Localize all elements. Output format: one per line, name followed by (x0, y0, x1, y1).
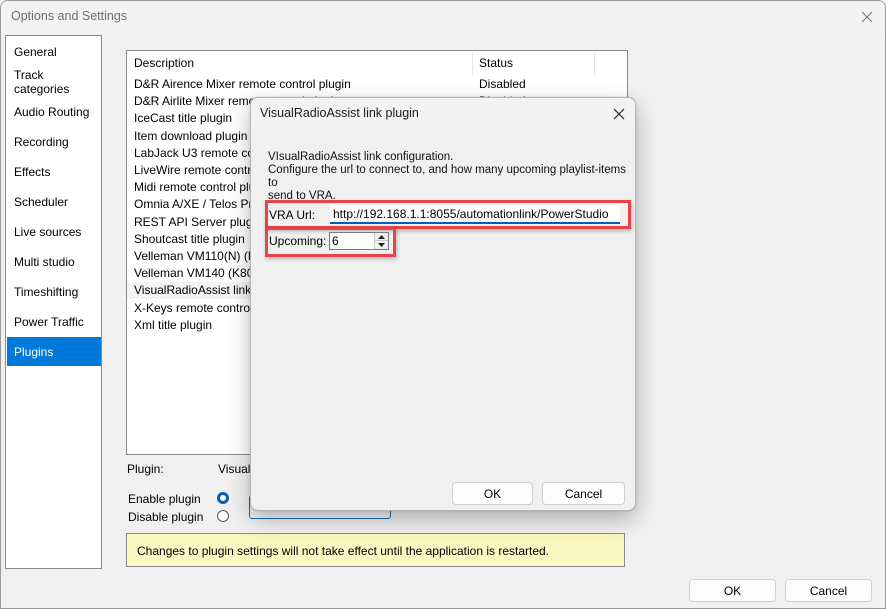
dialog-ok-button[interactable]: OK (452, 482, 533, 505)
dialog-title-bar: VisualRadioAssist link plugin (251, 98, 635, 129)
settings-sidebar: General Track categories Audio Routing R… (5, 35, 102, 569)
close-icon (613, 108, 625, 120)
sidebar-item-timeshifting[interactable]: Timeshifting (7, 277, 101, 306)
sidebar-item-label: Live sources (14, 224, 82, 239)
sidebar-item-scheduler[interactable]: Scheduler (7, 187, 101, 216)
dialog-close-button[interactable] (609, 104, 629, 124)
sidebar-item-live-sources[interactable]: Live sources (7, 217, 101, 246)
upcoming-input[interactable] (330, 233, 378, 249)
disable-plugin-label: Disable plugin (128, 510, 204, 524)
plugin-description: Shoutcast title plugin (134, 231, 245, 246)
vra-plugin-dialog: VisualRadioAssist link plugin VIsualRadi… (250, 97, 636, 511)
sidebar-item-label: Scheduler (14, 194, 69, 209)
column-header-status[interactable]: Status (472, 51, 594, 76)
spin-buttons (374, 233, 388, 249)
sidebar-item-multi-studio[interactable]: Multi studio (7, 247, 101, 276)
arrow-up-icon (378, 234, 385, 239)
sidebar-item-recording[interactable]: Recording (7, 127, 101, 156)
sidebar-item-label: General (14, 44, 57, 59)
list-header: Description Status (127, 51, 627, 76)
spin-down-button[interactable] (375, 241, 388, 249)
column-separator[interactable] (594, 53, 595, 75)
plugin-description: Xml title plugin (134, 317, 213, 332)
sidebar-item-effects[interactable]: Effects (7, 157, 101, 186)
disable-plugin-radio[interactable] (217, 510, 229, 522)
plugin-description: IceCast title plugin (134, 111, 233, 126)
plugin-description: Item download plugin (134, 128, 248, 143)
sidebar-item-label: Multi studio (14, 254, 75, 269)
cancel-button[interactable]: Cancel (785, 579, 872, 602)
upcoming-label: Upcoming: (269, 234, 327, 248)
ok-button[interactable]: OK (689, 579, 776, 602)
enable-plugin-radio[interactable] (217, 492, 229, 504)
arrow-down-icon (378, 243, 385, 247)
close-icon (861, 11, 873, 23)
plugin-status: Disabled (479, 77, 526, 91)
sidebar-item-label: Effects (14, 164, 51, 179)
plugin-description: D&R Airence Mixer remote control plugin (134, 77, 351, 91)
dialog-description: VIsualRadioAssist link configuration. Co… (268, 151, 628, 203)
restart-notice: Changes to plugin settings will not take… (126, 533, 625, 567)
enable-plugin-label: Enable plugin (128, 492, 201, 506)
description-line: VIsualRadioAssist link configuration. (268, 151, 454, 163)
sidebar-item-label: Audio Routing (14, 104, 90, 119)
plugin-description: REST API Server plugin (134, 214, 262, 229)
sidebar-item-label: Power Traffic (14, 314, 84, 329)
sidebar-item-plugins[interactable]: Plugins (7, 337, 101, 366)
dialog-cancel-button[interactable]: Cancel (542, 482, 625, 505)
sidebar-item-audio-routing[interactable]: Audio Routing (7, 97, 101, 126)
table-row[interactable]: D&R Airence Mixer remote control plugin D… (127, 76, 627, 93)
description-line: Configure the url to connect to, and how… (268, 164, 626, 189)
plugin-label: Plugin: (127, 462, 164, 476)
window-title: Options and Settings (11, 9, 128, 23)
upcoming-stepper[interactable] (329, 232, 389, 250)
vra-url-input[interactable] (330, 205, 620, 224)
spin-up-button[interactable] (375, 233, 388, 241)
sidebar-item-label: Timeshifting (14, 284, 79, 299)
window-close-button[interactable] (857, 7, 877, 27)
sidebar-item-general[interactable]: General (7, 37, 101, 66)
sidebar-item-label: Recording (14, 134, 69, 149)
column-header-description[interactable]: Description (127, 51, 472, 76)
sidebar-item-label: Track categories (14, 67, 70, 96)
url-label: VRA Url: (269, 208, 316, 222)
sidebar-item-track-categories[interactable]: Track categories (7, 67, 101, 96)
sidebar-item-power-traffic[interactable]: Power Traffic (7, 307, 101, 336)
dialog-title: VisualRadioAssist link plugin (260, 106, 419, 120)
title-bar: Options and Settings (1, 1, 885, 33)
sidebar-item-label: Plugins (14, 344, 54, 359)
